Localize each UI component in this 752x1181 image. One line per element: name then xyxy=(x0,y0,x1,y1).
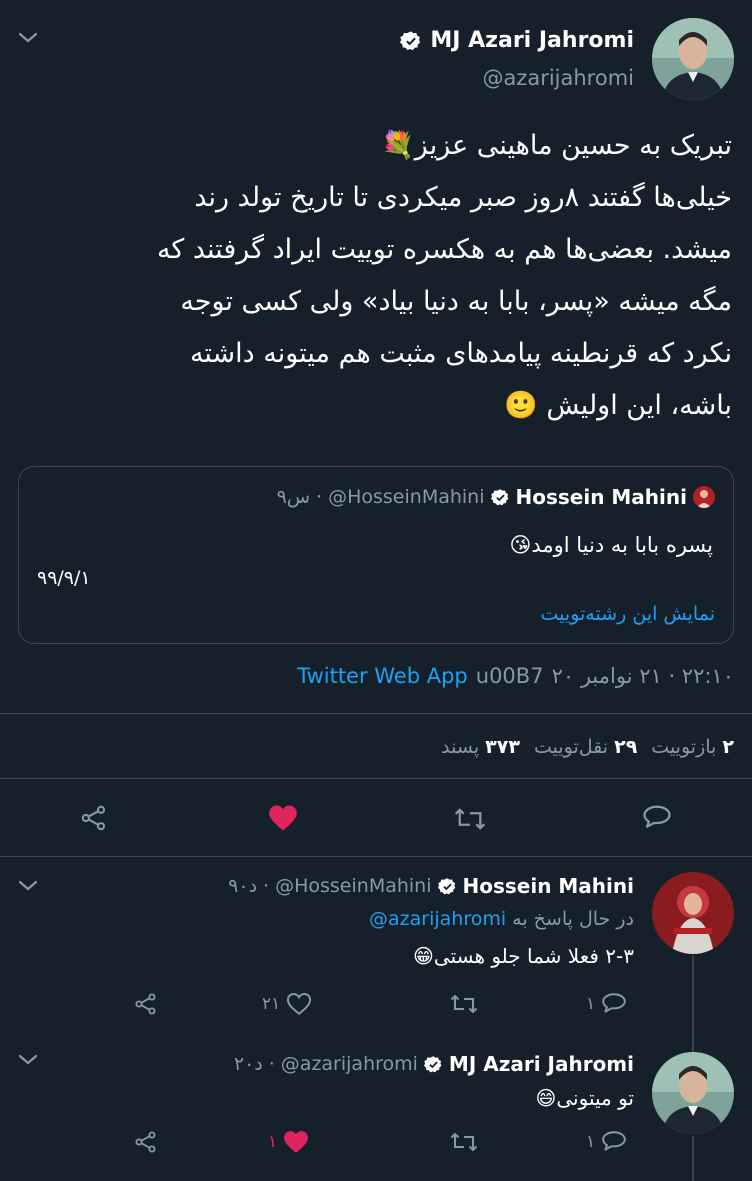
like-action[interactable]: ۱ xyxy=(268,1130,309,1154)
tweet-text: تبریک به حسین ماهینی عزیز💐 خیلی‌ها گفتند… xyxy=(12,120,732,432)
avatar xyxy=(693,486,715,508)
retweet-icon[interactable] xyxy=(454,806,486,832)
verified-icon xyxy=(423,1055,443,1074)
verified-icon xyxy=(490,488,510,507)
tweet-timestamp[interactable]: ۲۲:۱۰ · ۲۱ نوامبر ۲۰ xyxy=(552,664,734,688)
avatar[interactable] xyxy=(652,872,734,954)
reply-count: ۱ xyxy=(586,1132,596,1152)
quoted-text: پسره بابا به دنیا اومد😘 xyxy=(509,533,713,557)
avatar[interactable] xyxy=(652,1052,734,1134)
divider xyxy=(0,856,752,857)
dot-separator: · xyxy=(316,486,323,508)
reply-text: تو میتونی😄 xyxy=(535,1086,634,1110)
dot-separator: · xyxy=(263,875,270,897)
quoted-tweet-card[interactable]: ۹س · @HosseinMahini Hossein Mahini پسره … xyxy=(18,466,734,644)
reply-time: ۹۰د xyxy=(228,875,258,897)
reply-action[interactable]: ۱ xyxy=(586,1130,627,1154)
tweet-line: مگه میشه «پسر، بابا به دنیا بیاد» ولی کس… xyxy=(180,286,732,317)
like-icon[interactable] xyxy=(268,804,298,832)
chevron-down-icon[interactable] xyxy=(14,28,42,48)
retweet-icon[interactable] xyxy=(450,1131,478,1153)
retweets-count: ۲ xyxy=(722,736,734,758)
like-count: ۲۱ xyxy=(262,994,281,1014)
tweet-stats: ۲ بازتوییت ۲۹ نقل‌توییت ۳۷۳ پسند xyxy=(441,736,734,758)
replying-to-label: در حال پاسخ به xyxy=(512,908,634,930)
chevron-down-icon[interactable] xyxy=(14,1050,42,1070)
share-icon[interactable] xyxy=(134,1130,158,1154)
reply-author-name[interactable]: MJ Azari Jahromi xyxy=(449,1052,634,1076)
tweet-line: خیلی‌ها گفتند ۸روز صبر میکردی تا تاریخ ت… xyxy=(194,182,732,213)
dot-separator: · xyxy=(268,1053,275,1075)
quoted-time: ۹س xyxy=(276,486,311,508)
reply-action[interactable]: ۱ xyxy=(586,992,627,1016)
quoted-author-name: Hossein Mahini xyxy=(515,485,688,509)
retweets-stat[interactable]: ۲ بازتوییت xyxy=(651,736,734,758)
author-name[interactable]: MJ Azari Jahromi xyxy=(430,28,634,53)
author-handle[interactable]: @azarijahromi xyxy=(482,66,634,90)
divider xyxy=(0,778,752,779)
likes-count: ۳۷۳ xyxy=(485,736,520,758)
tweet-line: تبریک به حسین ماهینی عزیز💐 xyxy=(381,130,732,161)
retweets-label: بازتوییت xyxy=(651,736,717,758)
heart-outline-icon[interactable] xyxy=(286,992,312,1016)
divider xyxy=(0,713,752,714)
reply-handle[interactable]: @azarijahromi xyxy=(281,1053,418,1075)
tweet-line: میشد. بعضی‌ها هم به هکسره توییت ایراد گر… xyxy=(156,234,732,265)
likes-label: پسند xyxy=(441,736,480,758)
reply-icon[interactable] xyxy=(642,804,672,832)
verified-icon xyxy=(437,877,457,896)
chevron-down-icon[interactable] xyxy=(14,876,42,896)
avatar[interactable] xyxy=(652,18,734,100)
likes-stat[interactable]: ۳۷۳ پسند xyxy=(441,736,520,758)
verified-icon xyxy=(400,30,422,52)
source-app-link[interactable]: Twitter Web App xyxy=(297,664,468,688)
reply-text: ۲-۳ فعلا شما جلو هستی😁 xyxy=(413,944,634,968)
share-icon[interactable] xyxy=(80,804,108,832)
quotes-label: نقل‌توییت xyxy=(533,736,609,758)
reply-author-name[interactable]: Hossein Mahini xyxy=(463,874,635,898)
show-thread-link[interactable]: نمایش این رشته‌توییت xyxy=(541,603,715,625)
tweet-meta: Twitter Web App u00B7 ۲۲:۱۰ · ۲۱ نوامبر … xyxy=(297,664,734,688)
replying-to: @azarijahromi در حال پاسخ به xyxy=(369,908,634,930)
quotes-stat[interactable]: ۲۹ نقل‌توییت xyxy=(534,736,637,758)
reply-time: ۲۰د xyxy=(233,1053,263,1075)
tweet-line: باشه، این اولیش 🙂 xyxy=(504,390,732,421)
like-count: ۱ xyxy=(268,1132,278,1152)
quotes-count: ۲۹ xyxy=(614,736,638,758)
heart-filled-icon[interactable] xyxy=(283,1130,309,1154)
retweet-icon[interactable] xyxy=(450,993,478,1015)
reply-icon[interactable] xyxy=(601,1130,627,1154)
thread-line xyxy=(692,956,694,1056)
reply-handle[interactable]: @HosseinMahini xyxy=(275,875,431,897)
like-action[interactable]: ۲۱ xyxy=(262,992,312,1016)
meta-separator: u00B7 xyxy=(475,664,544,688)
quoted-handle: @HosseinMahini xyxy=(328,486,485,508)
quoted-date-note: ۹۹/۹/۱ xyxy=(37,567,91,589)
reply-count: ۱ xyxy=(586,994,596,1014)
share-icon[interactable] xyxy=(134,992,158,1016)
tweet-line: نکرد که قرنطینه پیامدهای مثبت هم میتونه … xyxy=(189,338,732,369)
replying-to-handle[interactable]: @azarijahromi xyxy=(369,908,506,930)
reply-icon[interactable] xyxy=(601,992,627,1016)
thread-line xyxy=(692,1136,694,1181)
